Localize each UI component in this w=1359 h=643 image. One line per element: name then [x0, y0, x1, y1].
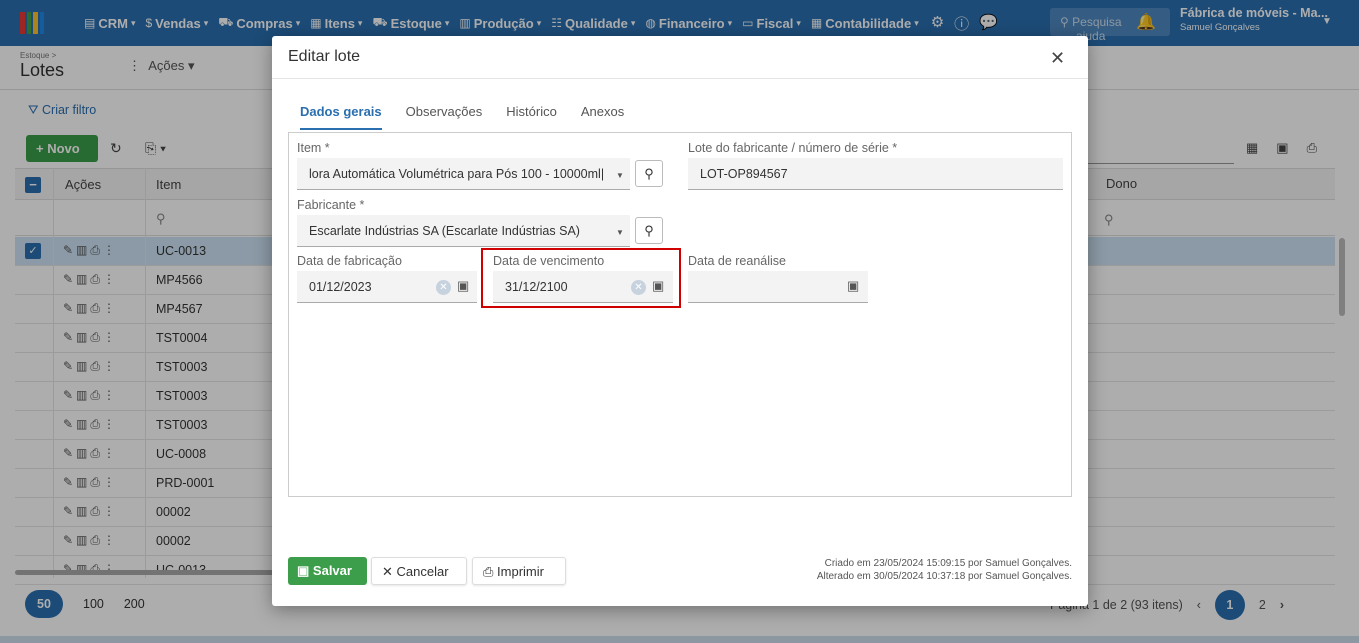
edit-lot-dialog: Editar lote ✕ Dados gerais Observações H… — [272, 36, 1088, 606]
tab-history[interactable]: Histórico — [506, 104, 557, 130]
search-icon: ⚲ — [644, 223, 654, 238]
chevron-down-icon[interactable]: ▼ — [616, 228, 624, 237]
chevron-down-icon[interactable]: ▼ — [616, 171, 624, 180]
item-field[interactable]: lora Automática Volumétrica para Pós 100… — [297, 158, 630, 190]
highlight-box — [481, 248, 681, 308]
search-icon: ⚲ — [644, 166, 654, 181]
manufacture-date-label: Data de fabricação — [297, 254, 402, 268]
divider — [272, 78, 1088, 79]
calendar-icon[interactable]: ▣ — [457, 278, 469, 294]
tab-notes[interactable]: Observações — [406, 104, 483, 130]
save-icon: ▣ — [297, 563, 310, 578]
close-icon: ✕ — [382, 564, 393, 579]
printer-icon: ⎙ — [483, 564, 494, 579]
item-label: Item * — [297, 141, 330, 155]
print-button[interactable]: ⎙ Imprimir — [472, 557, 566, 585]
item-search-button[interactable]: ⚲ — [635, 160, 663, 187]
cancel-button[interactable]: ✕ Cancelar — [371, 557, 467, 585]
save-button[interactable]: ▣ Salvar — [288, 557, 367, 585]
manufacturer-label: Fabricante * — [297, 198, 365, 212]
tab-general[interactable]: Dados gerais — [300, 104, 382, 130]
lot-label: Lote do fabricante / número de série * — [688, 141, 898, 155]
manufacturer-field[interactable]: Escarlate Indústrias SA (Escarlate Indús… — [297, 215, 630, 247]
reanalysis-date-field[interactable] — [688, 271, 868, 303]
manufacturer-search-button[interactable]: ⚲ — [635, 217, 663, 244]
tab-attachments[interactable]: Anexos — [581, 104, 624, 130]
clear-icon[interactable]: ✕ — [436, 280, 451, 295]
general-panel: Item * lora Automática Volumétrica para … — [288, 132, 1072, 497]
close-icon[interactable]: ✕ — [1050, 48, 1065, 69]
tab-bar: Dados gerais Observações Histórico Anexo… — [300, 104, 624, 130]
created-info: Criado em 23/05/2024 15:09:15 por Samuel… — [824, 558, 1072, 569]
calendar-icon[interactable]: ▣ — [847, 278, 859, 294]
reanalysis-date-label: Data de reanálise — [688, 254, 786, 268]
dialog-title: Editar lote — [288, 48, 361, 65]
modified-info: Alterado em 30/05/2024 10:37:18 por Samu… — [816, 571, 1072, 582]
audit-info: Criado em 23/05/2024 15:09:15 por Samuel… — [702, 557, 1072, 583]
lot-field[interactable]: LOT-OP894567 — [688, 158, 1063, 190]
